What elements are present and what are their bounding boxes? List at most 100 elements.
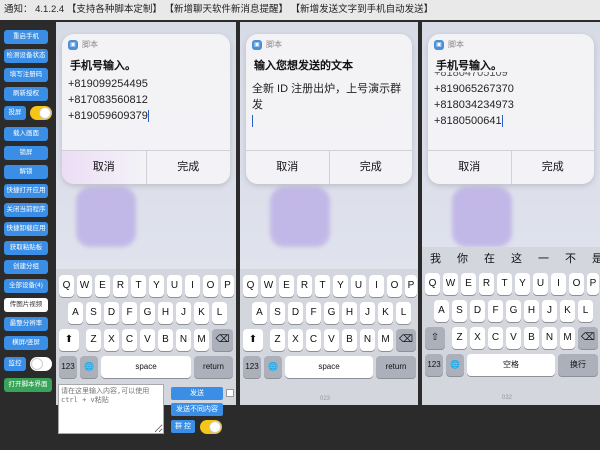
key-z[interactable]: Z [452, 327, 467, 349]
key-i[interactable]: I [185, 275, 200, 297]
return-key[interactable]: 换行 [558, 354, 598, 376]
candidate-word[interactable]: 你 [457, 250, 468, 266]
sidebar-item-check-device[interactable]: 检测设备状态 [4, 49, 48, 63]
key-c[interactable]: C [122, 329, 137, 351]
key-p[interactable]: P [221, 275, 234, 297]
sidebar-item-lock[interactable]: 锁屏 [4, 146, 48, 160]
numbers-key[interactable]: 123 [59, 356, 77, 378]
globe-icon[interactable]: 🌐 [446, 354, 464, 376]
cancel-button[interactable]: 取消 [62, 151, 146, 184]
sidebar-item-open-script[interactable]: 打开脚本界面 [4, 378, 52, 392]
sidebar-item-clipboard[interactable]: 获取粘贴板 [4, 241, 48, 255]
dialog-text-area[interactable]: +81804705109 +819065267370 +818034234973… [434, 72, 588, 148]
shift-key[interactable]: ⬆ [243, 329, 263, 351]
key-k[interactable]: K [560, 300, 575, 322]
key-q[interactable]: Q [59, 275, 74, 297]
key-t[interactable]: T [497, 273, 512, 295]
group-control-switch[interactable] [200, 420, 222, 434]
key-n[interactable]: N [542, 327, 557, 349]
dialog-text-area[interactable]: +819099254495 +817083560812 +81905960937… [68, 76, 224, 148]
key-w[interactable]: W [443, 273, 458, 295]
dialog-text-area[interactable]: 全新 ID 注册出炉，上号演示群 发 [252, 81, 406, 153]
done-button[interactable]: 完成 [147, 151, 231, 184]
key-x[interactable]: X [104, 329, 119, 351]
key-l[interactable]: L [396, 302, 411, 324]
key-f[interactable]: F [306, 302, 321, 324]
key-g[interactable]: G [140, 302, 155, 324]
key-h[interactable]: H [158, 302, 173, 324]
phone-screen-1[interactable]: ▣ 脚本 手机号输入。 +819099254495 +817083560812 +… [56, 22, 236, 405]
numbers-key[interactable]: 123 [425, 354, 443, 376]
sidebar-item-fill-code[interactable]: 填写注册码 [4, 68, 48, 82]
group-control-button[interactable]: 群 控 [171, 420, 195, 433]
space-key[interactable]: 空格 [467, 354, 555, 376]
sidebar-item-orientation[interactable]: 横屏/竖屏 [4, 336, 48, 350]
key-b[interactable]: B [342, 329, 357, 351]
globe-icon[interactable]: 🌐 [80, 356, 98, 378]
key-w[interactable]: W [77, 275, 92, 297]
key-v[interactable]: V [506, 327, 521, 349]
space-key[interactable]: space [101, 356, 191, 378]
sidebar-item-close-app[interactable]: 关闭当前程序 [4, 203, 48, 217]
shift-key[interactable]: ⬆ [59, 329, 79, 351]
key-a[interactable]: A [434, 300, 449, 322]
shift-key[interactable]: ⇧ [425, 327, 445, 349]
sidebar-item-unlock[interactable]: 解锁 [4, 165, 48, 179]
delete-key[interactable]: ⌫ [396, 329, 416, 351]
key-l[interactable]: L [212, 302, 227, 324]
sidebar-item-restart-phone[interactable]: 重启手机 [4, 30, 48, 44]
sidebar-item-resolution[interactable]: 最整分辨率 [4, 317, 48, 331]
sidebar-item-uninstall-app[interactable]: 快捷卸载应用 [4, 222, 48, 236]
numbers-key[interactable]: 123 [243, 356, 261, 378]
monitor-switch[interactable] [30, 357, 52, 371]
key-l[interactable]: L [578, 300, 593, 322]
space-key[interactable]: space [285, 356, 373, 378]
key-p[interactable]: P [587, 273, 599, 295]
key-e[interactable]: E [461, 273, 476, 295]
send-button[interactable]: 发送 [171, 387, 223, 400]
send-text-input[interactable] [58, 384, 164, 434]
key-x[interactable]: X [470, 327, 485, 349]
key-o[interactable]: O [203, 275, 218, 297]
sidebar-toggle-cast[interactable]: 投屏 [4, 106, 52, 120]
key-z[interactable]: Z [86, 329, 101, 351]
send-different-button[interactable]: 发送不同内容 [171, 403, 223, 416]
key-s[interactable]: S [452, 300, 467, 322]
key-y[interactable]: Y [333, 275, 348, 297]
key-u[interactable]: U [167, 275, 182, 297]
key-e[interactable]: E [95, 275, 110, 297]
key-g[interactable]: G [324, 302, 339, 324]
delete-key[interactable]: ⌫ [212, 329, 233, 351]
key-j[interactable]: J [176, 302, 191, 324]
key-v[interactable]: V [140, 329, 155, 351]
key-u[interactable]: U [351, 275, 366, 297]
key-c[interactable]: C [306, 329, 321, 351]
key-k[interactable]: K [378, 302, 393, 324]
key-f[interactable]: F [122, 302, 137, 324]
sidebar-item-load-screen[interactable]: 载入画面 [4, 127, 48, 141]
phone-screen-2[interactable]: ▣ 脚本 输入您想发送的文本 全新 ID 注册出炉，上号演示群 发 取消 完成 Q… [240, 22, 418, 405]
key-y[interactable]: Y [515, 273, 530, 295]
sidebar-toggle-monitor[interactable]: 监控 [4, 357, 52, 371]
sidebar-item-open-app[interactable]: 快捷打开应用 [4, 184, 48, 198]
key-w[interactable]: W [261, 275, 276, 297]
key-t[interactable]: T [131, 275, 146, 297]
phone-screen-3[interactable]: ▣ 脚本 手机号输入。 +81804705109 +819065267370 +8… [422, 22, 600, 405]
key-k[interactable]: K [194, 302, 209, 324]
key-s[interactable]: S [86, 302, 101, 324]
sidebar-item-refresh-auth[interactable]: 刷新授权 [4, 87, 48, 101]
key-n[interactable]: N [176, 329, 191, 351]
key-r[interactable]: R [479, 273, 494, 295]
globe-icon[interactable]: 🌐 [264, 356, 282, 378]
key-z[interactable]: Z [270, 329, 285, 351]
key-d[interactable]: D [288, 302, 303, 324]
key-a[interactable]: A [252, 302, 267, 324]
key-m[interactable]: M [194, 329, 209, 351]
key-v[interactable]: V [324, 329, 339, 351]
candidate-word[interactable]: 我 [430, 250, 441, 266]
cancel-button[interactable]: 取消 [246, 151, 329, 184]
done-button[interactable]: 完成 [330, 151, 413, 184]
key-s[interactable]: S [270, 302, 285, 324]
key-c[interactable]: C [488, 327, 503, 349]
key-a[interactable]: A [68, 302, 83, 324]
